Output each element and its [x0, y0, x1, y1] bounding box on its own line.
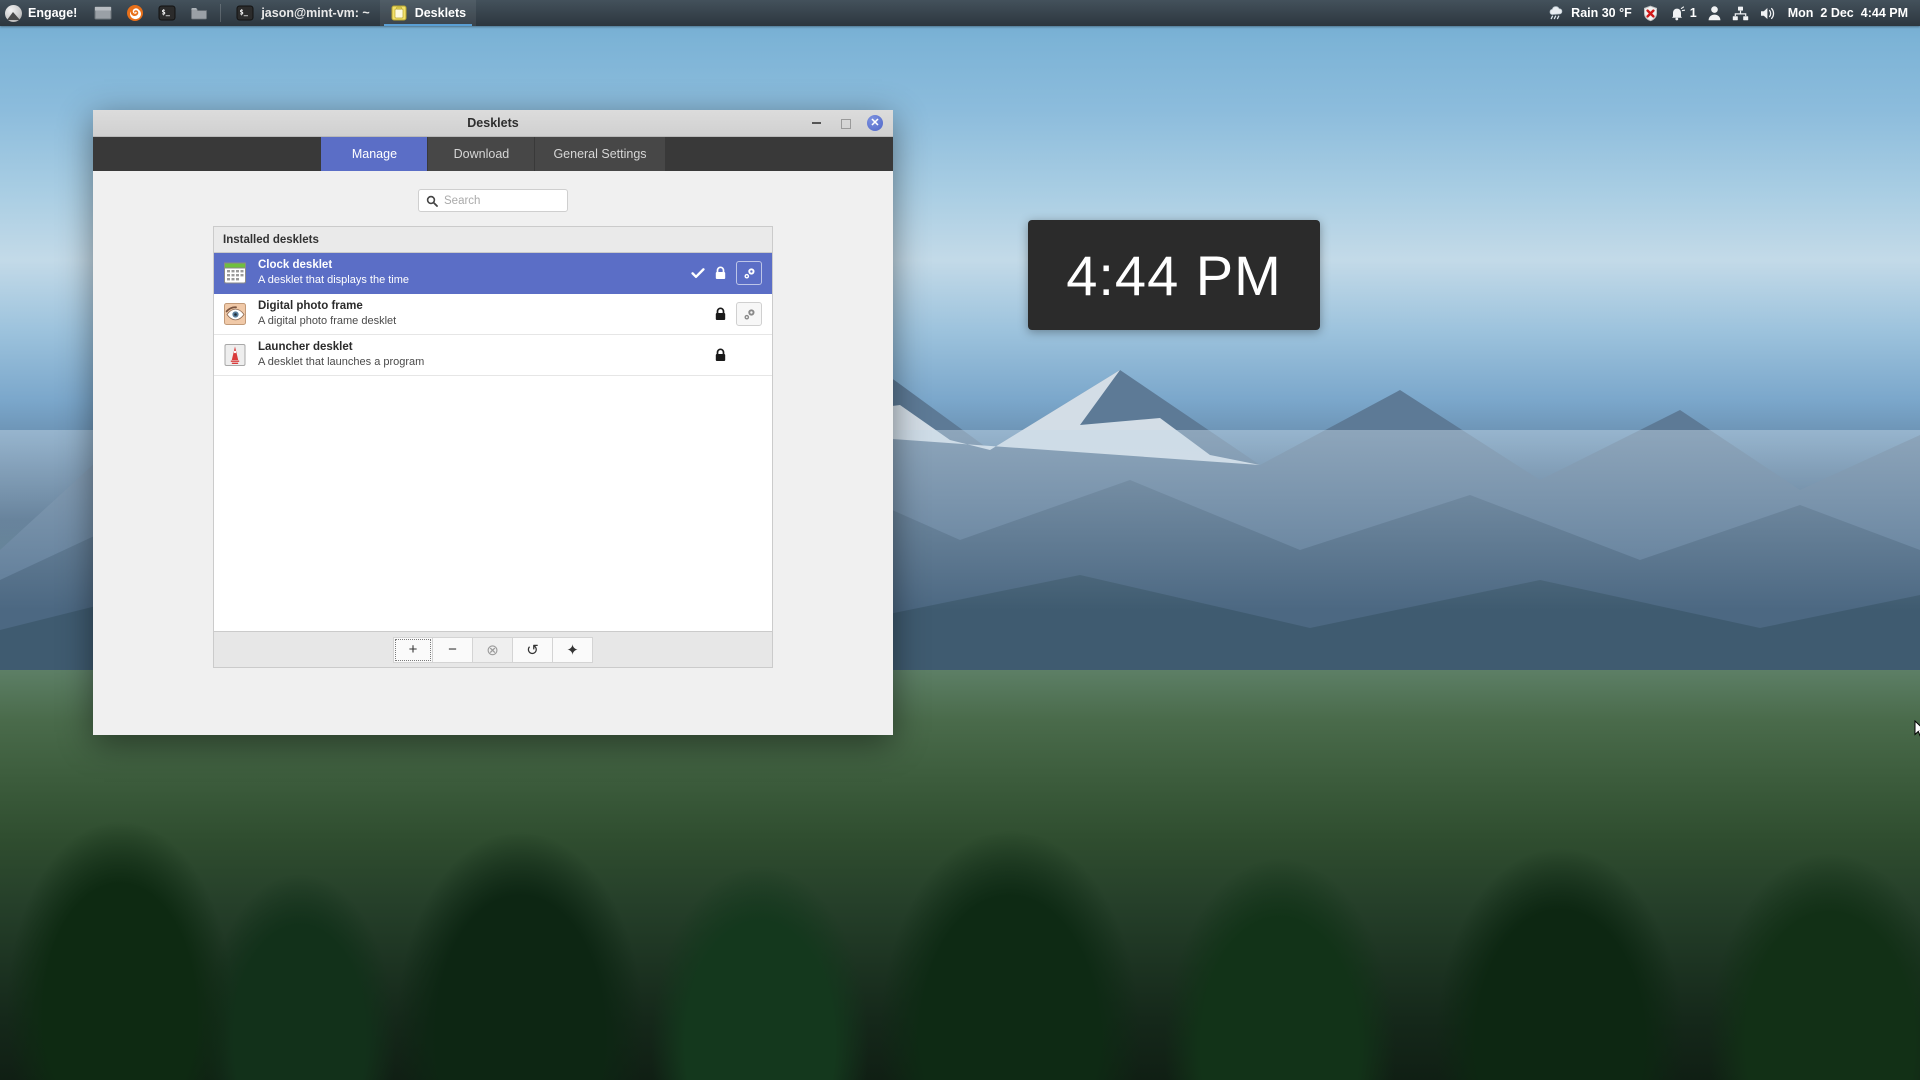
desklet-name: Digital photo frame — [258, 300, 363, 313]
desklet-description: A digital photo frame desklet — [258, 314, 397, 327]
clock-day: Mon — [1787, 6, 1814, 20]
search-row — [113, 189, 873, 212]
enabled-check-icon — [691, 268, 705, 278]
desklet-list[interactable]: Clock desklet A desklet that displays th… — [214, 253, 772, 631]
row-actions[interactable] — [691, 302, 762, 326]
maximize-button[interactable] — [838, 116, 853, 131]
firefox-launcher[interactable] — [119, 0, 151, 26]
window-icon — [94, 6, 112, 20]
window-controls[interactable]: ✕ — [809, 115, 893, 131]
firefox-icon — [127, 5, 144, 21]
tab-bar[interactable]: Manage Download General Settings — [93, 137, 893, 171]
svg-text:$_: $_ — [162, 9, 171, 17]
toolbar-button-group[interactable]: + − ⊗ ↺ ✦ — [393, 636, 593, 663]
remove-desklet-button[interactable]: − — [433, 636, 473, 663]
desklet-name: Clock desklet — [258, 259, 333, 272]
configure-desklet-button[interactable] — [736, 261, 762, 285]
terminal-launcher[interactable]: $_ — [151, 0, 183, 26]
rain-cloud-icon — [1549, 5, 1563, 19]
enabled-check-placeholder — [691, 302, 705, 326]
network-icon — [1732, 6, 1748, 20]
weather-applet[interactable]: Rain 30 °F — [1542, 0, 1637, 26]
row-actions[interactable] — [691, 261, 762, 285]
folder-icon — [191, 8, 208, 20]
desklet-toolbar[interactable]: + − ⊗ ↺ ✦ — [213, 632, 773, 668]
lock-icon — [715, 266, 726, 279]
notifications-applet[interactable]: 1 — [1664, 0, 1702, 26]
desklet-description: A desklet that launches a program — [258, 355, 425, 368]
weather-label: Rain 30 °F — [1571, 6, 1632, 20]
enabled-check-placeholder — [691, 343, 705, 367]
add-desklet-button[interactable]: + — [393, 636, 433, 663]
close-button[interactable]: ✕ — [867, 115, 883, 131]
window-title: Desklets — [467, 116, 519, 130]
search-icon — [426, 195, 438, 207]
top-panel[interactable]: Engage! $_ $_ jason@mint-vm: ~ Desklets … — [0, 0, 1920, 26]
shield-error-icon — [1643, 5, 1657, 21]
panel-clock-applet[interactable]: Mon 2 Dec 4:44 PM — [1782, 0, 1912, 26]
panel-separator — [220, 4, 222, 22]
files-launcher[interactable] — [183, 0, 215, 26]
photo-frame-desklet-icon — [224, 303, 246, 325]
mint-menu-icon — [5, 4, 22, 22]
configure-button-placeholder — [736, 343, 762, 367]
row-text: Digital photo frame A digital photo fram… — [258, 299, 691, 328]
table-row[interactable]: Launcher desklet A desklet that launches… — [214, 335, 772, 376]
installed-desklets-header: Installed desklets — [214, 227, 772, 253]
terminal-icon: $_ — [158, 5, 176, 21]
terminal-icon: $_ — [236, 5, 254, 21]
show-desktop-launcher[interactable] — [87, 0, 119, 26]
table-row[interactable]: Clock desklet A desklet that displays th… — [214, 253, 772, 294]
bell-icon — [1671, 5, 1685, 20]
row-actions[interactable] — [691, 343, 762, 367]
titlebar[interactable]: Desklets ✕ — [93, 110, 893, 137]
mouse-cursor — [1914, 720, 1920, 737]
clock-time: 4:44 PM — [1860, 6, 1908, 20]
speaker-icon — [1760, 7, 1774, 19]
clock-desklet-icon — [224, 262, 246, 284]
configure-desklet-button[interactable] — [736, 302, 762, 326]
clock-desklet-time: 4:44 PM — [1066, 243, 1282, 307]
minimize-button[interactable] — [809, 116, 824, 131]
svg-text:$_: $_ — [240, 9, 249, 17]
window-list-item-desklets[interactable]: Desklets — [379, 0, 477, 26]
search-input[interactable] — [444, 194, 560, 207]
uninstall-desklet-button[interactable]: ⊗ — [473, 636, 513, 663]
window-body: Installed desklets — [93, 171, 893, 735]
tab-manage[interactable]: Manage — [321, 137, 428, 171]
user-icon — [1708, 6, 1721, 21]
row-text: Clock desklet A desklet that displays th… — [258, 258, 691, 287]
user-applet[interactable] — [1702, 0, 1727, 26]
system-tray[interactable]: Rain 30 °F 1 Mon 2 Dec 4:44 PM — [1542, 0, 1920, 26]
network-applet[interactable] — [1727, 0, 1754, 26]
gears-icon — [744, 267, 754, 278]
menu-button[interactable]: Engage! — [0, 0, 87, 26]
sound-applet[interactable] — [1754, 0, 1782, 26]
desklet-name: Launcher desklet — [258, 341, 353, 354]
update-manager-applet[interactable] — [1637, 0, 1664, 26]
table-row[interactable]: Digital photo frame A digital photo fram… — [214, 294, 772, 335]
window-list-item-label: jason@mint-vm: ~ — [261, 6, 370, 20]
notification-count: 1 — [1689, 6, 1697, 20]
window-list-item-terminal[interactable]: $_ jason@mint-vm: ~ — [226, 0, 379, 26]
more-actions-button[interactable]: ✦ — [553, 636, 593, 663]
search-box[interactable] — [418, 189, 568, 212]
restore-defaults-button[interactable]: ↺ — [513, 636, 553, 663]
clock-desklet[interactable]: 4:44 PM — [1028, 220, 1320, 330]
lock-icon — [715, 348, 726, 361]
desklets-window[interactable]: Desklets ✕ Manage Download General Setti… — [93, 110, 893, 735]
row-text: Launcher desklet A desklet that launches… — [258, 340, 691, 369]
desklets-icon — [391, 5, 407, 21]
tab-general-settings[interactable]: General Settings — [535, 137, 665, 171]
lock-icon — [715, 307, 726, 320]
desklet-description: A desklet that displays the time — [258, 273, 410, 286]
gears-icon — [744, 308, 754, 319]
menu-label: Engage! — [28, 6, 78, 20]
clock-date: 2 Dec — [1820, 6, 1854, 20]
tab-download[interactable]: Download — [428, 137, 535, 171]
window-list-item-label: Desklets — [414, 6, 467, 20]
launcher-desklet-icon — [224, 344, 246, 366]
installed-desklets-frame: Installed desklets Clock desklet A deskl… — [213, 226, 773, 632]
